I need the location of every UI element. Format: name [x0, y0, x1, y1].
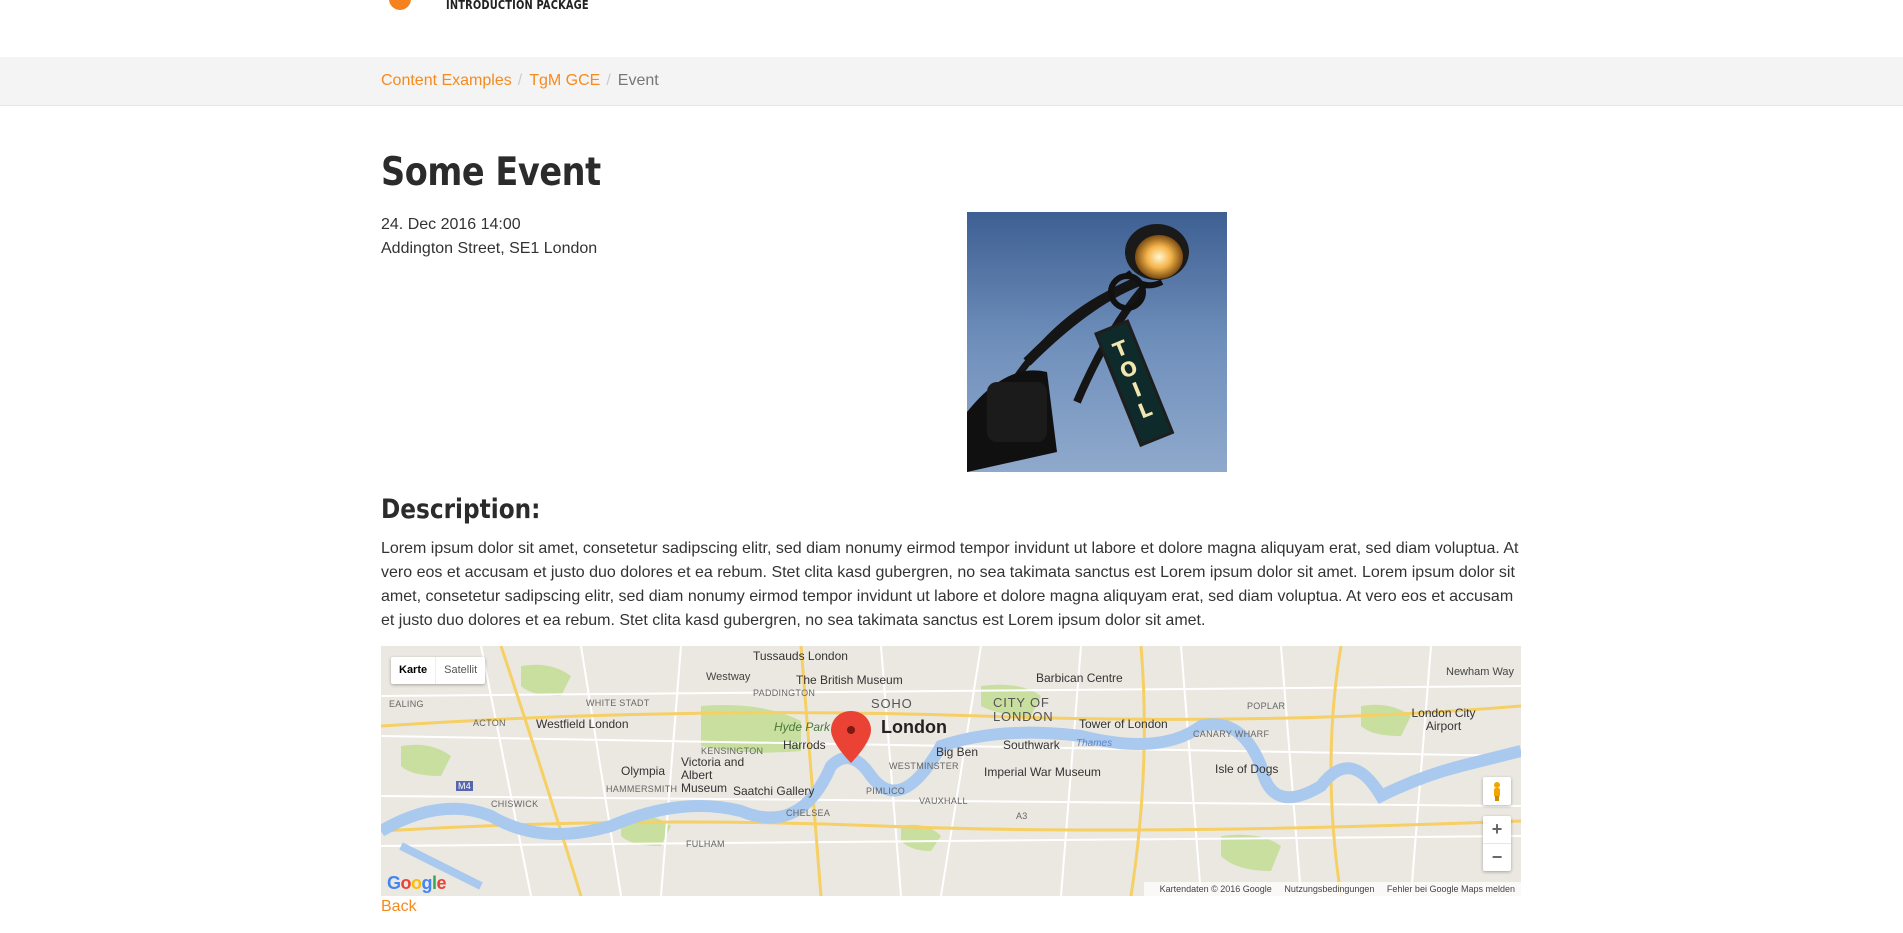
map-label: CHISWICK: [491, 799, 539, 809]
breadcrumb-bar: Content Examples / TgM GCE / Event: [0, 57, 1903, 106]
map-label: CHELSEA: [786, 808, 831, 818]
event-meta: 24. Dec 2016 14:00 Addington Street, SE1…: [381, 213, 597, 261]
map-type-satellit-button[interactable]: Satellit: [435, 657, 485, 684]
map-label: Tower of London: [1079, 717, 1168, 731]
google-logo[interactable]: Google: [387, 873, 447, 894]
map-type-karte-button[interactable]: Karte: [391, 657, 435, 684]
map-label: WESTMINSTER: [889, 761, 959, 771]
map-label: HAMMERSMITH: [606, 784, 678, 794]
map-terms-link[interactable]: Nutzungsbedingungen: [1284, 884, 1374, 894]
zoom-out-button[interactable]: −: [1483, 844, 1511, 871]
map-label: FULHAM: [686, 839, 725, 849]
breadcrumb-link-tgm-gce[interactable]: TgM GCE: [529, 72, 600, 89]
map-label: Saatchi Gallery: [733, 784, 815, 798]
map-label: London City Airport: [1411, 706, 1476, 733]
breadcrumb-current: Event: [617, 72, 659, 89]
breadcrumb-link-content-examples[interactable]: Content Examples: [381, 72, 512, 89]
pegman-icon: [1494, 782, 1500, 801]
map-label: Thames: [1076, 738, 1113, 749]
map-label: PIMLICO: [866, 786, 906, 796]
map-footer: Kartendaten © 2016 Google Nutzungsbeding…: [1143, 882, 1521, 896]
event-image: T O I L: [967, 212, 1227, 472]
map-label: Westfield London: [536, 717, 629, 731]
map-label: Isle of Dogs: [1215, 762, 1279, 776]
map-label: Big Ben: [936, 745, 979, 759]
map-label: VAUXHALL: [919, 796, 968, 806]
map-label: Westway: [706, 671, 751, 683]
map-label: Southwark: [1003, 738, 1060, 752]
map-label: Tussauds London: [753, 649, 848, 663]
map-label: Harrods: [783, 738, 826, 752]
back-link[interactable]: Back: [381, 898, 417, 916]
lamp-photo: T O I L: [967, 212, 1227, 472]
page-title: Some Event: [381, 150, 601, 195]
logo-mark-icon: [389, 0, 411, 10]
map-label: CITY OF LONDON: [993, 695, 1054, 724]
breadcrumb: Content Examples / TgM GCE / Event: [381, 72, 659, 90]
logo-text: INTRODUCTION PACKAGE: [446, 0, 589, 12]
map-label: PADDINGTON: [753, 688, 816, 698]
map-data-attribution: Kartendaten © 2016 Google: [1159, 884, 1272, 894]
map-canvas[interactable]: [381, 646, 1521, 896]
map-label: WHITE STADT: [586, 698, 650, 708]
map-label: KENSINGTON: [701, 746, 764, 756]
google-map[interactable]: Tussauds London The British Museum Barbi…: [381, 646, 1521, 896]
street-view-pegman-icon[interactable]: [1483, 777, 1511, 805]
map-label: M4: [456, 781, 474, 791]
zoom-in-button[interactable]: +: [1483, 816, 1511, 844]
map-report-error-link[interactable]: Fehler bei Google Maps melden: [1387, 884, 1515, 894]
zoom-control: + −: [1483, 816, 1511, 871]
map-label: Barbican Centre: [1036, 671, 1123, 685]
map-label: POPLAR: [1247, 701, 1286, 711]
description-heading: Description:: [381, 494, 541, 525]
event-address: Addington Street, SE1 London: [381, 240, 598, 257]
map-label: The British Museum: [796, 673, 903, 687]
map-label: CANARY WHARF: [1193, 729, 1270, 739]
map-label: ACTON: [473, 718, 506, 728]
breadcrumb-separator: /: [606, 72, 611, 89]
event-datetime: 24. Dec 2016 14:00: [381, 216, 521, 233]
map-label: EALING: [389, 699, 424, 709]
map-label: Hyde Park: [774, 720, 831, 734]
map-label: A3: [1016, 811, 1028, 821]
breadcrumb-separator: /: [517, 72, 523, 89]
map-label: London: [881, 717, 947, 737]
map-type-control: Karte Satellit: [391, 657, 486, 684]
map-label: Olympia: [621, 764, 666, 778]
site-header: INTRODUCTION PACKAGE: [0, 0, 1903, 58]
map-label: Imperial War Museum: [984, 765, 1101, 779]
map-label: Newham Way: [1446, 666, 1515, 678]
map-label: SOHO: [871, 696, 913, 711]
description-text: Lorem ipsum dolor sit amet, consetetur s…: [381, 540, 1519, 629]
